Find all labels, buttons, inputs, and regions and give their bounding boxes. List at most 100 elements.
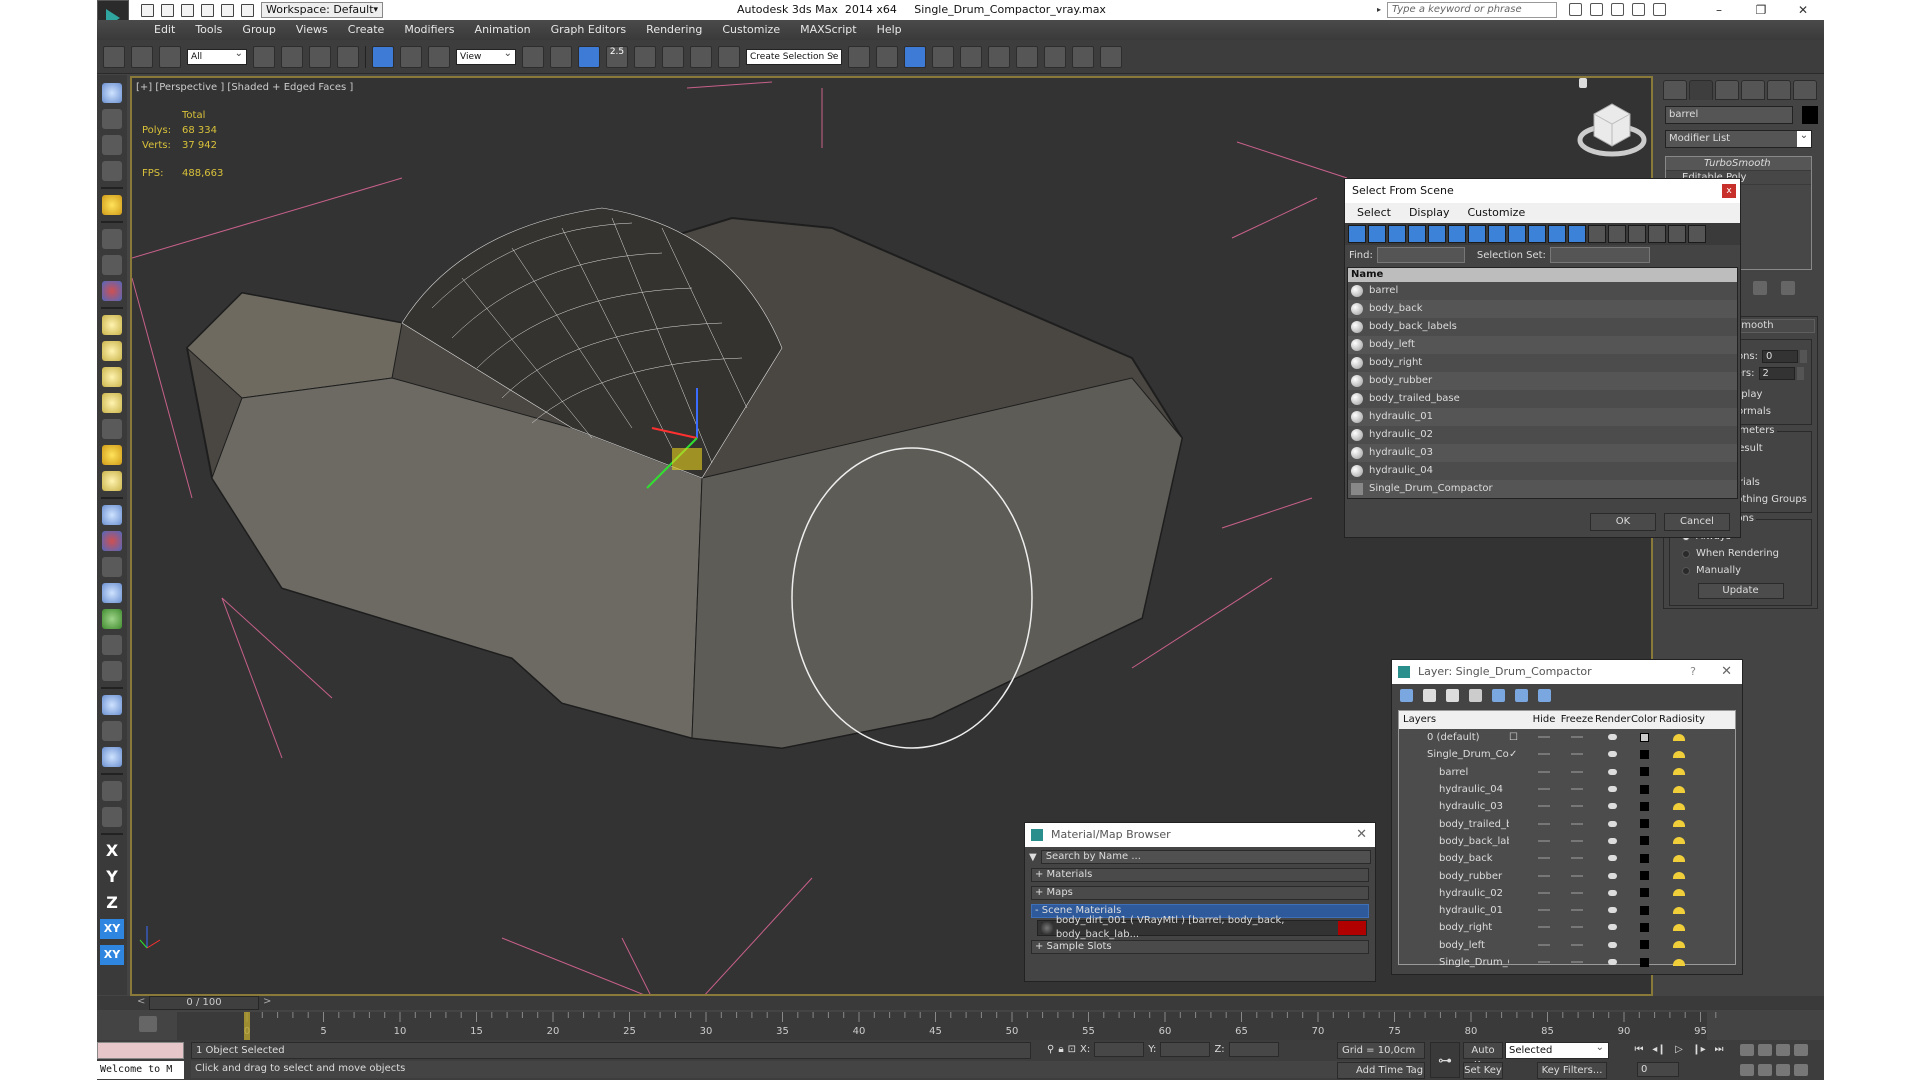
scene-converter-icon[interactable] — [102, 781, 122, 801]
stack-item-turbosmooth[interactable]: TurboSmooth — [1666, 157, 1811, 171]
dome-camera-icon[interactable] — [102, 255, 122, 275]
display-helpers-icon[interactable] — [1428, 225, 1446, 243]
select-and-scale-icon[interactable] — [428, 45, 450, 68]
vray-ambient-light-icon[interactable] — [102, 471, 122, 491]
delete-layer-icon[interactable] — [1423, 688, 1436, 702]
physical-camera-icon[interactable] — [102, 281, 122, 301]
display-frozen-icon[interactable] — [1548, 225, 1566, 243]
section-sample-slots[interactable]: + Sample Slots — [1031, 940, 1369, 954]
radiosity-toggle-icon[interactable] — [1659, 850, 1699, 867]
menu-help[interactable]: Help — [867, 20, 912, 40]
vray-sphere-icon[interactable] — [102, 583, 122, 603]
vray-dome-light-icon[interactable] — [102, 341, 122, 361]
radiosity-toggle-icon[interactable] — [1659, 868, 1699, 885]
layer-row[interactable]: body_back_label — [1399, 833, 1735, 850]
freeze-unfreeze-all-icon[interactable] — [1538, 688, 1551, 702]
layer-row[interactable]: hydraulic_03 — [1399, 798, 1735, 815]
play-icon[interactable]: ▷ — [1672, 1044, 1686, 1056]
communication-icon[interactable] — [1611, 3, 1624, 16]
mirror-icon[interactable] — [848, 45, 870, 68]
window-crossing-icon[interactable] — [337, 45, 359, 68]
rendered-frame-window-icon[interactable] — [1072, 45, 1094, 68]
help-icon[interactable] — [1653, 3, 1666, 16]
col-color[interactable]: Color — [1629, 711, 1659, 729]
layer-color-swatch[interactable] — [1629, 746, 1659, 763]
when-rendering-radio[interactable] — [1682, 549, 1690, 558]
selection-filter-dropdown[interactable]: All — [187, 47, 247, 65]
display-groups-icon[interactable] — [1468, 225, 1486, 243]
layer-row[interactable]: body_right — [1399, 919, 1735, 936]
menu-create[interactable]: Create — [338, 20, 395, 40]
maxscript-listener-input[interactable] — [97, 1042, 184, 1059]
render-iters-spinner[interactable] — [1796, 367, 1804, 380]
teapot-create-icon[interactable] — [102, 83, 122, 103]
orbit-icon[interactable] — [1776, 1064, 1790, 1076]
layer-row[interactable]: body_left — [1399, 937, 1735, 954]
selection-lock-icon[interactable]: 🔒︎ — [1058, 1044, 1063, 1055]
menu-rendering[interactable]: Rendering — [636, 20, 712, 40]
layer-color-swatch[interactable] — [1629, 729, 1659, 746]
current-layer-mark[interactable]: ✓ — [1509, 746, 1529, 763]
add-time-tag-button[interactable]: Add Time Tag — [1337, 1062, 1425, 1079]
freeze-toggle[interactable] — [1559, 902, 1595, 919]
layer-row[interactable]: barrel — [1399, 764, 1735, 781]
select-invert-icon[interactable] — [1628, 225, 1646, 243]
hide-toggle[interactable] — [1529, 798, 1559, 815]
configure-modifier-sets-icon[interactable] — [1781, 281, 1795, 295]
radiosity-toggle-icon[interactable] — [1659, 885, 1699, 902]
display-lights-icon[interactable] — [1388, 225, 1406, 243]
freeze-toggle[interactable] — [1559, 781, 1595, 798]
next-frame-button[interactable]: > — [263, 996, 271, 1007]
search-expand-icon[interactable]: ▸ — [1377, 2, 1386, 18]
bind-space-warp-icon[interactable] — [159, 45, 181, 68]
curve-editor-icon[interactable] — [960, 45, 982, 68]
close-button[interactable]: x — [1722, 184, 1736, 198]
menu-customize[interactable]: Customize — [712, 20, 790, 40]
next-key-icon[interactable]: ❙▸ — [1692, 1044, 1706, 1056]
vray-proxy-icon[interactable] — [102, 505, 122, 525]
layer-row[interactable]: Single_Drum_Compa✓ — [1399, 746, 1735, 763]
layer-row[interactable]: body_rubber — [1399, 867, 1735, 884]
layer-row[interactable]: hydraulic_04 — [1399, 781, 1735, 798]
motion-tab-icon[interactable] — [1741, 80, 1765, 100]
select-and-move-icon[interactable] — [372, 45, 394, 68]
radiosity-toggle-icon[interactable] — [1659, 919, 1699, 936]
scene-object-row[interactable]: hydraulic_02 — [1348, 426, 1737, 444]
ox-displace-icon[interactable] — [102, 661, 122, 681]
go-to-end-icon[interactable]: ⏭ — [1712, 1044, 1726, 1056]
render-production-icon[interactable] — [1100, 45, 1122, 68]
freeze-toggle[interactable] — [1559, 729, 1595, 746]
current-frame-field[interactable]: 0 — [1637, 1062, 1679, 1077]
vray-material-icon[interactable] — [102, 695, 122, 715]
hierarchy-tab-icon[interactable] — [1715, 80, 1739, 100]
help-button[interactable]: ? — [1690, 660, 1696, 684]
render-toggle-icon[interactable] — [1595, 781, 1629, 798]
save-file-icon[interactable] — [181, 3, 194, 17]
layer-row[interactable]: 0 (default) ☐ — [1399, 729, 1735, 746]
y-coordinate-field[interactable] — [1160, 1042, 1211, 1057]
create-layer-icon[interactable] — [1400, 688, 1413, 702]
filter-icon[interactable] — [1648, 225, 1666, 243]
hide-toggle[interactable] — [1529, 919, 1559, 936]
zoom-extents-icon[interactable] — [1776, 1044, 1790, 1056]
radiosity-toggle-icon[interactable] — [1659, 937, 1699, 954]
scene-object-row[interactable]: body_back — [1348, 300, 1737, 318]
close-button[interactable]: ✕ — [1721, 660, 1732, 684]
name-column-header[interactable]: Name — [1348, 268, 1737, 282]
render-iters-field[interactable]: 2 — [1758, 367, 1795, 380]
scene-object-row[interactable]: Single_Drum_Compactor — [1348, 480, 1737, 498]
scene-object-row[interactable]: barrel — [1348, 282, 1737, 300]
select-and-rotate-icon[interactable] — [400, 45, 422, 68]
zoom-extents-all-icon[interactable] — [1794, 1044, 1808, 1056]
menu-customize[interactable]: Customize — [1467, 203, 1525, 223]
help-circle-icon[interactable] — [102, 807, 122, 827]
menu-views[interactable]: Views — [286, 20, 338, 40]
freeze-toggle[interactable] — [1559, 850, 1595, 867]
freeze-toggle[interactable] — [1559, 919, 1595, 936]
menu-animation[interactable]: Animation — [465, 20, 541, 40]
scene-object-row[interactable]: body_right — [1348, 354, 1737, 372]
dialog-title-bar[interactable]: Layer: Single_Drum_Compactor ? ✕ — [1392, 660, 1742, 684]
col-hide[interactable]: Hide — [1529, 711, 1559, 729]
freeze-toggle[interactable] — [1559, 764, 1595, 781]
pan-icon[interactable] — [1758, 1064, 1772, 1076]
